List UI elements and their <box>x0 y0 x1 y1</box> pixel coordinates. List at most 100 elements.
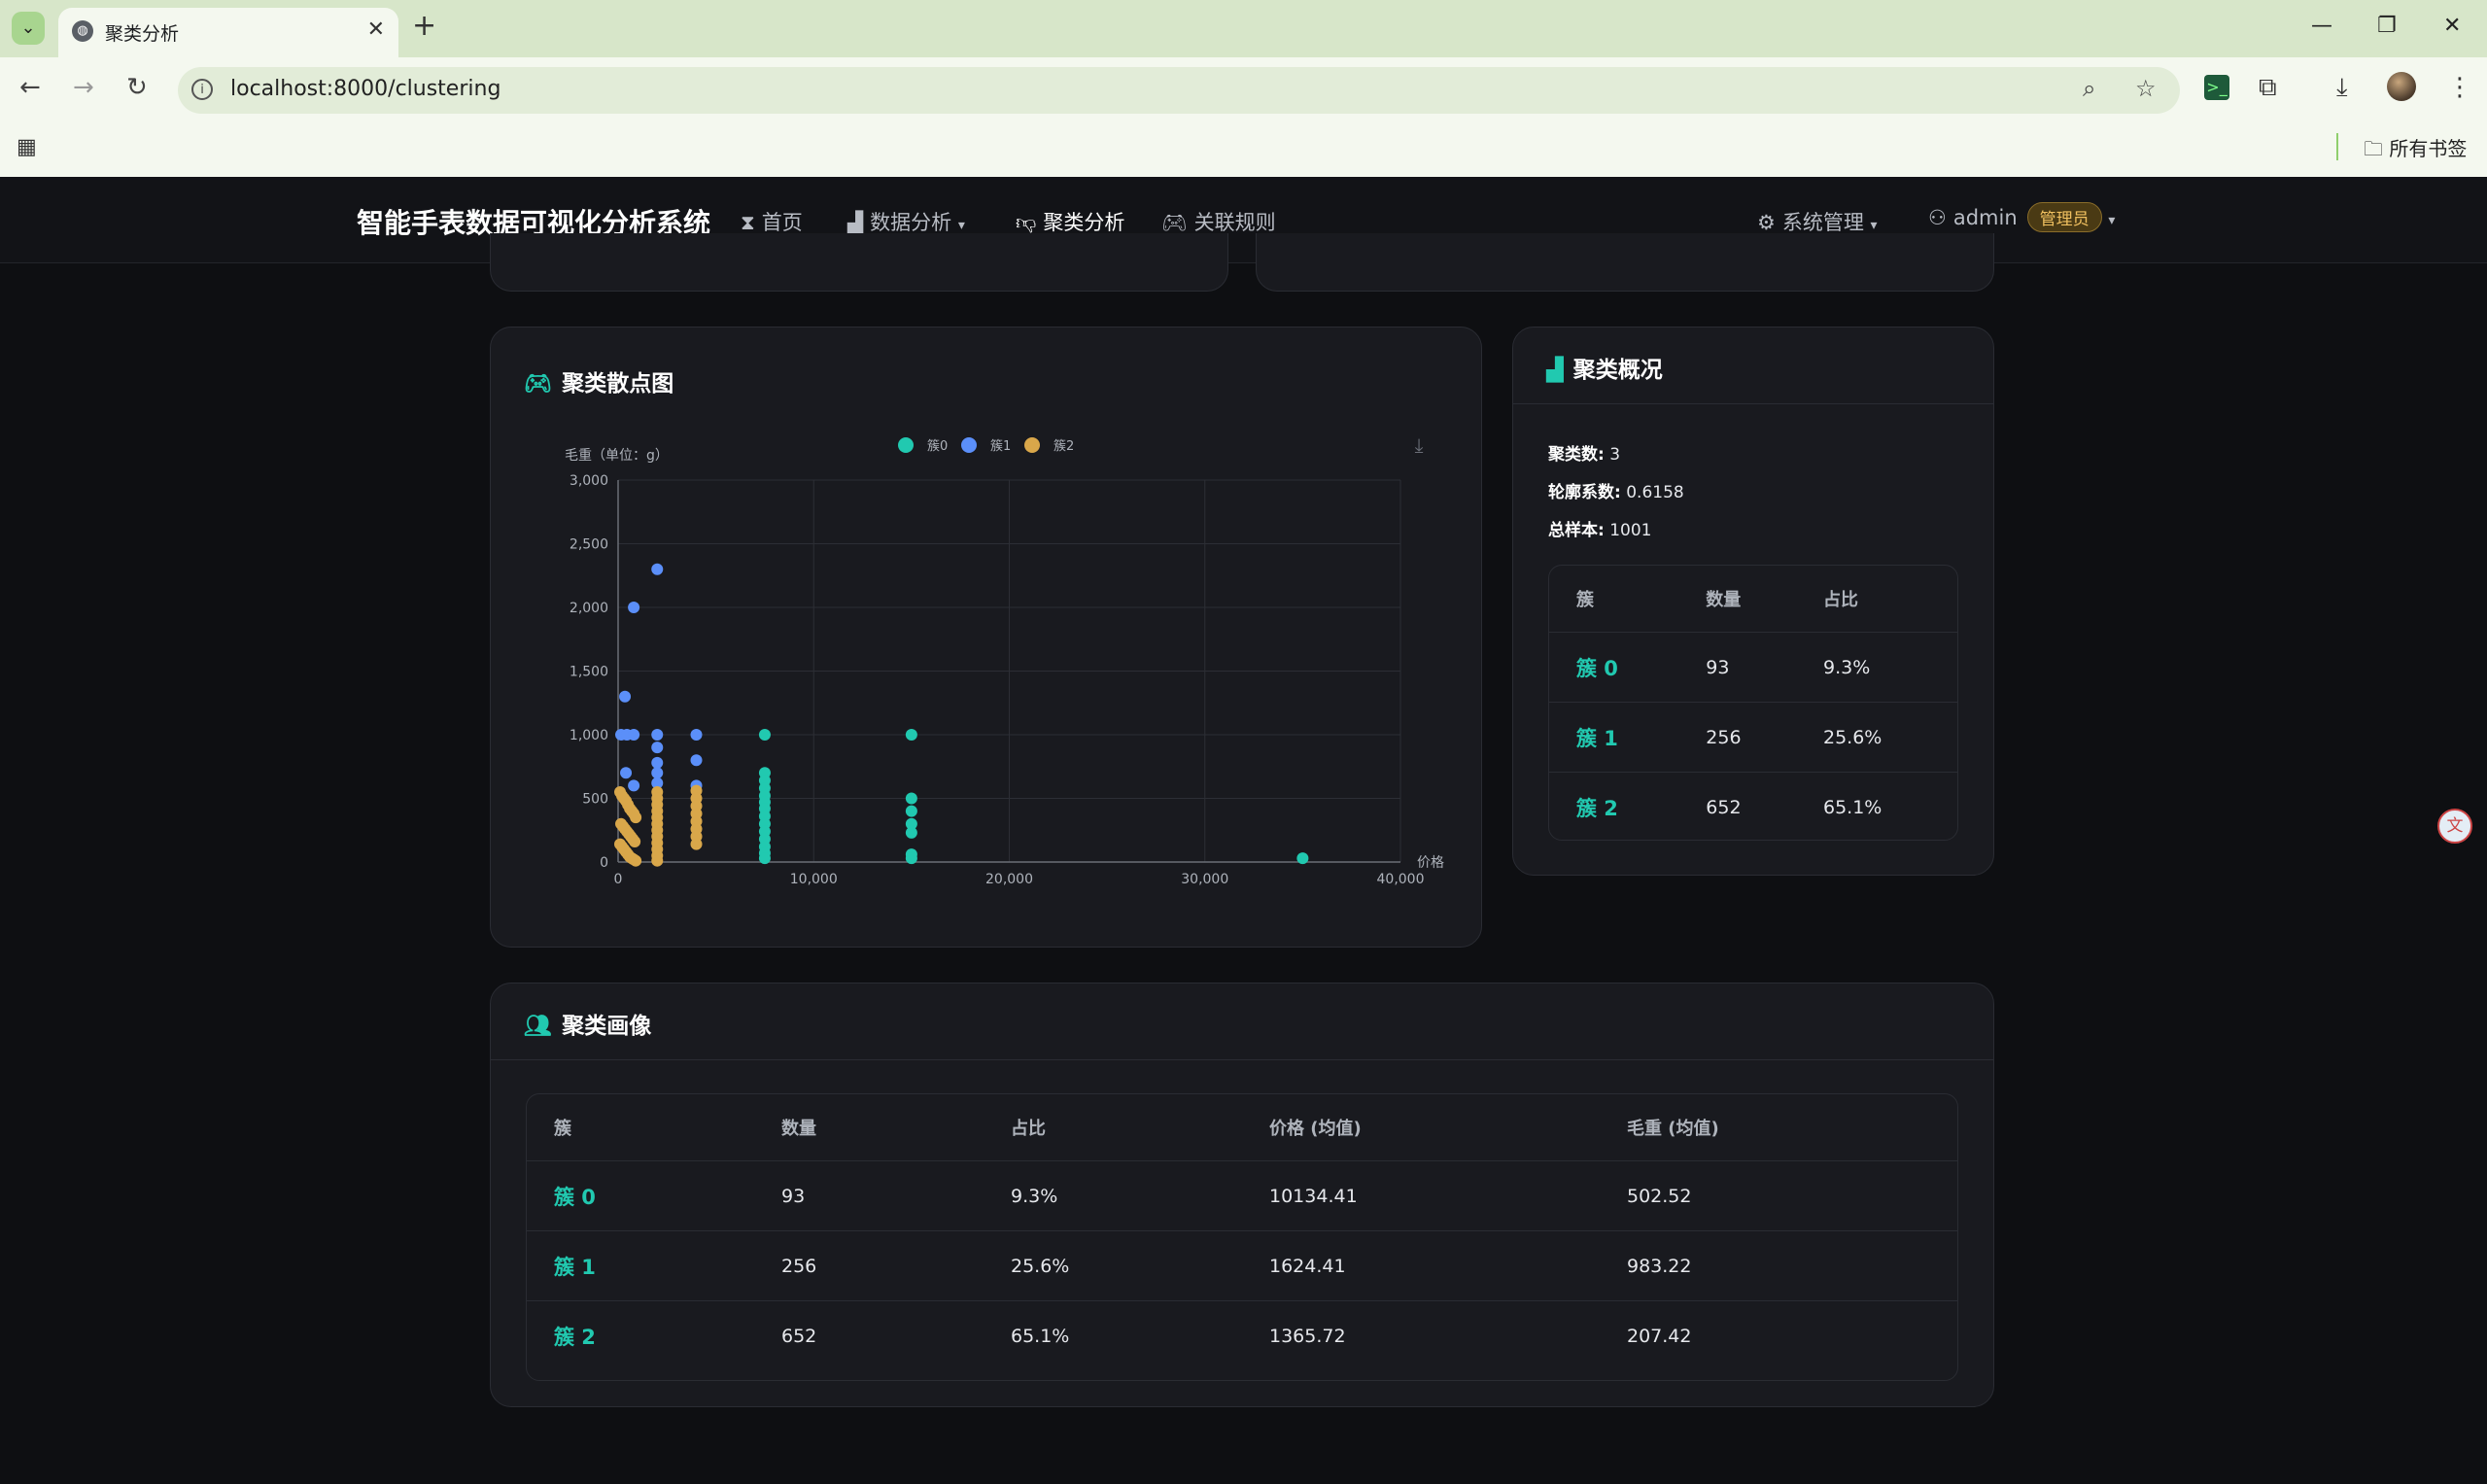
scatter-point <box>651 854 664 867</box>
table-row: 簇 1 256 25.6% <box>1549 702 1957 773</box>
profile-card: 👥︎ 聚类画像 簇 数量 占比 价格 (均值) 毛重 (均值) 簇 0 93 9.… <box>490 983 1994 1407</box>
legend-label: 簇0 <box>927 439 948 454</box>
cluster-count-label: 聚类数: <box>1548 445 1605 465</box>
profile-title-text: 聚类画像 <box>562 1014 652 1039</box>
overview-card-title: ▟ 聚类概况 <box>1546 351 1663 384</box>
price-cell: 1624.41 <box>1242 1230 1600 1301</box>
overview-title-text: 聚类概况 <box>1572 358 1663 383</box>
x-tick-label: 40,000 <box>1377 872 1425 887</box>
scatter-point <box>690 729 703 741</box>
header-count: 数量 <box>781 1119 816 1139</box>
weight-cell: 502.52 <box>1600 1160 1957 1231</box>
y-tick-label: 500 <box>582 792 608 808</box>
price-cell: 10134.41 <box>1242 1160 1600 1231</box>
sample-count-label: 总样本: <box>1548 521 1605 540</box>
cluster-count-line: 聚类数: 3 <box>1548 440 1620 465</box>
y-tick-label: 1,000 <box>570 728 608 743</box>
y-tick-label: 1,500 <box>570 665 608 680</box>
header-ratio: 占比 <box>1011 1119 1046 1139</box>
scatter-point <box>905 729 917 741</box>
silhouette-label: 轮廓系数: <box>1548 483 1621 502</box>
cluster-cell: 簇 1 <box>1549 702 1679 773</box>
legend-marker <box>1024 437 1040 453</box>
y-tick-label: 3,000 <box>570 473 608 489</box>
profile-card-title: 👥︎ 聚类画像 <box>524 1007 651 1040</box>
header-weight-mean: 毛重 (均值) <box>1627 1119 1719 1139</box>
scatter-point <box>651 563 664 575</box>
legend-label: 簇2 <box>1054 439 1074 454</box>
x-tick-label: 0 <box>614 872 623 887</box>
scatter-point <box>690 754 703 767</box>
count-cell: 652 <box>754 1300 984 1370</box>
y-tick-label: 0 <box>600 855 608 871</box>
ratio-cell: 25.6% <box>1795 702 1957 773</box>
user-list-icon: 👥︎ <box>524 1014 553 1039</box>
overview-divider <box>1513 403 1993 404</box>
silhouette-line: 轮廓系数: 0.6158 <box>1548 478 1684 502</box>
scatter-point <box>651 767 664 779</box>
ratio-cell: 65.1% <box>1795 772 1957 840</box>
scatter-point <box>630 811 642 824</box>
x-axis-title: 价格 <box>1417 855 1444 871</box>
y-tick-label: 2,500 <box>570 537 608 553</box>
scatter-point <box>905 826 917 839</box>
scatter-point <box>690 838 703 850</box>
scatter-point <box>651 729 664 741</box>
x-tick-label: 10,000 <box>790 872 838 887</box>
cluster-cell: 簇 2 <box>1549 772 1679 840</box>
translate-icon[interactable]: 文 <box>2437 809 2472 844</box>
count-cell: 652 <box>1678 772 1796 840</box>
table-row: 簇 2 652 65.1% <box>1549 772 1957 840</box>
scatter-point <box>758 852 771 865</box>
legend-marker <box>898 437 914 453</box>
table-row: 簇 0 93 9.3% 10134.41 502.52 <box>527 1160 1957 1231</box>
header-ratio: 占比 <box>1822 590 1858 610</box>
scatter-point <box>905 852 917 865</box>
overview-table: 簇 数量 占比 簇 0 93 9.3% 簇 1 256 25.6% 簇 2 65… <box>1548 565 1958 841</box>
download-icon: ⤓ <box>1415 433 1424 457</box>
weight-cell: 207.42 <box>1600 1300 1957 1370</box>
count-cell: 256 <box>1678 702 1796 773</box>
scatter-point <box>630 854 642 867</box>
profile-divider <box>491 1059 1993 1060</box>
header-cluster: 簇 <box>1576 590 1594 610</box>
x-tick-label: 20,000 <box>985 872 1033 887</box>
scatter-point <box>905 792 917 805</box>
count-cell: 256 <box>754 1230 984 1301</box>
cluster-cell: 簇 2 <box>527 1300 754 1370</box>
legend-label: 簇1 <box>990 439 1011 454</box>
scatter-point <box>1296 852 1309 865</box>
y-axis-title: 毛重（单位：g） <box>565 448 669 464</box>
x-tick-label: 30,000 <box>1181 872 1228 887</box>
profile-table: 簇 数量 占比 价格 (均值) 毛重 (均值) 簇 0 93 9.3% 1013… <box>526 1093 1958 1381</box>
scatter-point <box>758 729 771 741</box>
overview-table-header: 簇 数量 占比 <box>1549 566 1957 633</box>
bar-chart-icon: ▟ <box>1546 358 1564 383</box>
legend-marker <box>961 437 977 453</box>
table-row: 簇 0 93 9.3% <box>1549 632 1957 703</box>
table-row: 簇 2 652 65.1% 1365.72 207.42 <box>527 1300 1957 1370</box>
scatter-point <box>628 602 640 613</box>
cluster-count-value: 3 <box>1609 445 1621 465</box>
scatter-point <box>628 779 640 792</box>
profile-table-header: 簇 数量 占比 价格 (均值) 毛重 (均值) <box>527 1094 1957 1161</box>
y-tick-label: 2,000 <box>570 601 608 616</box>
scatter-point <box>905 805 917 817</box>
cluster-cell: 簇 0 <box>1549 632 1679 703</box>
ratio-cell: 65.1% <box>984 1300 1242 1370</box>
overview-card: ▟ 聚类概况 聚类数: 3 轮廓系数: 0.6158 总样本: 1001 簇 数量… <box>1512 327 1994 876</box>
scatter-point <box>629 836 641 848</box>
silhouette-value: 0.6158 <box>1626 483 1684 502</box>
sample-count-value: 1001 <box>1609 521 1652 540</box>
count-cell: 93 <box>754 1160 984 1231</box>
scatter-point <box>619 690 632 703</box>
scatter-point <box>651 756 664 769</box>
ratio-cell: 9.3% <box>1795 632 1957 703</box>
ratio-cell: 9.3% <box>984 1160 1242 1231</box>
scatter-point <box>628 729 640 741</box>
price-cell: 1365.72 <box>1242 1300 1600 1370</box>
scatter-point <box>651 742 664 754</box>
sample-count-line: 总样本: 1001 <box>1548 516 1651 540</box>
scatter-point <box>620 767 633 779</box>
header-cluster: 簇 <box>554 1119 571 1139</box>
